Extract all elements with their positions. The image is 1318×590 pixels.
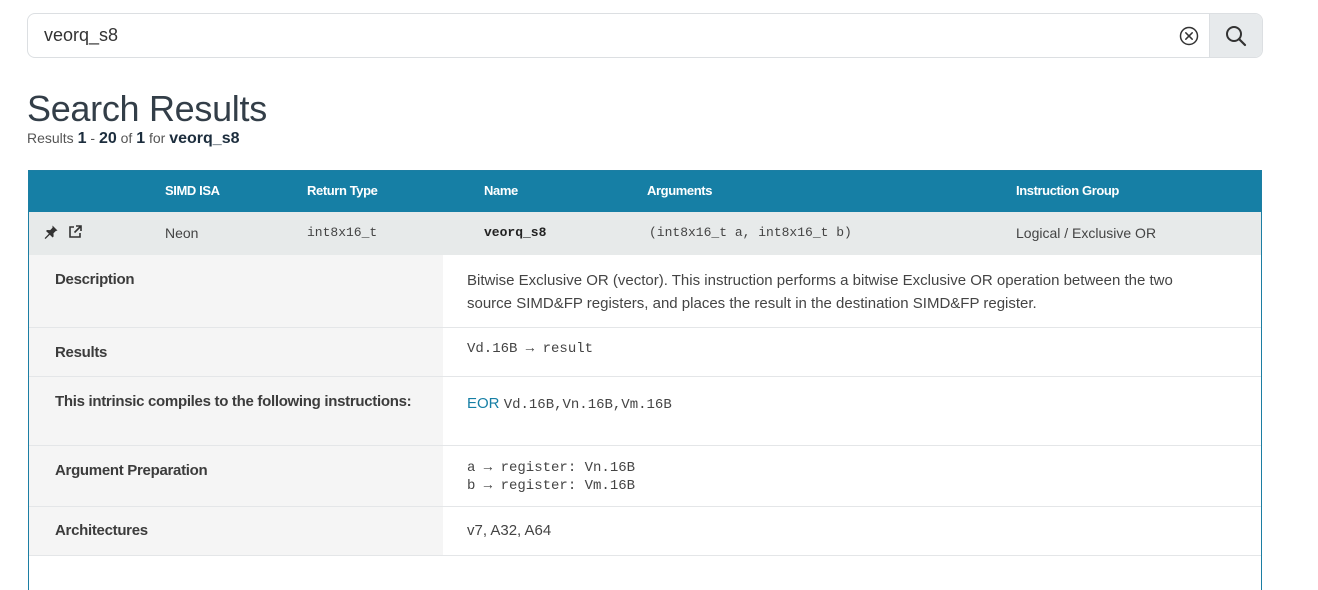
instruction-operands: Vd.16B,Vn.16B,Vm.16B — [503, 397, 672, 413]
table-row[interactable]: Neon int8x16_t veorq_s8 (int8x16_t a, in… — [29, 212, 1261, 255]
results-summary: Results 1 - 20 of 1 for veorq_s8 — [27, 130, 240, 148]
detail-description: Description Bitwise Exclusive OR (vector… — [29, 255, 1261, 328]
circle-x-icon — [1179, 26, 1199, 45]
summary-total: 1 — [136, 130, 146, 147]
summary-query: veorq_s8 — [169, 130, 240, 147]
search-bar — [27, 13, 1263, 58]
summary-of: of — [120, 130, 133, 146]
search-input[interactable] — [28, 14, 1169, 57]
header-arguments[interactable]: Arguments — [647, 183, 712, 198]
results-label: Results — [29, 328, 443, 376]
argprep-value: a → register: Vn.16B b → register: Vm.16… — [443, 446, 1261, 506]
detail-compiles: This intrinsic compiles to the following… — [29, 377, 1261, 446]
summary-start: 1 — [77, 130, 87, 147]
pin-icon[interactable] — [43, 224, 59, 240]
external-link-icon[interactable] — [67, 224, 83, 240]
description-label: Description — [29, 255, 443, 327]
summary-prefix: Results — [27, 130, 74, 146]
header-name[interactable]: Name — [484, 183, 518, 198]
search-button[interactable] — [1209, 14, 1262, 57]
row-instruction-group: Logical / Exclusive OR — [1016, 225, 1157, 241]
row-return-type: int8x16_t — [307, 225, 378, 240]
header-instruction-group[interactable]: Instruction Group — [1016, 183, 1119, 198]
compiles-label: This intrinsic compiles to the following… — [29, 377, 443, 445]
architectures-label: Architectures — [29, 507, 443, 555]
summary-end: 20 — [98, 130, 117, 147]
compiles-value: EOR Vd.16B,Vn.16B,Vm.16B — [443, 377, 1261, 445]
architectures-value: v7, A32, A64 — [467, 522, 552, 539]
results-value: Vd.16B → result — [467, 341, 594, 357]
detail-results: Results Vd.16B → result — [29, 328, 1261, 377]
results-table: SIMD ISA Return Type Name Arguments Inst… — [28, 170, 1262, 590]
table-header: SIMD ISA Return Type Name Arguments Inst… — [29, 171, 1261, 212]
magnifier-icon — [1226, 25, 1247, 46]
summary-sep: - — [90, 130, 96, 146]
argprep-line-b: b → register: Vm.16B — [467, 478, 636, 494]
summary-for: for — [149, 130, 166, 146]
row-name[interactable]: veorq_s8 — [484, 225, 546, 240]
header-simd-isa[interactable]: SIMD ISA — [165, 183, 220, 198]
detail-architectures: Architectures v7, A32, A64 — [29, 507, 1261, 556]
argprep-label: Argument Preparation — [29, 446, 443, 506]
page-title: Search Results — [27, 88, 267, 129]
detail-argument-preparation: Argument Preparation a → register: Vn.16… — [29, 446, 1261, 507]
row-simd-isa: Neon — [165, 225, 199, 241]
row-arguments: (int8x16_t a, int8x16_t b) — [649, 225, 852, 240]
clear-search-button[interactable] — [1169, 14, 1209, 57]
argprep-line-a: a → register: Vn.16B — [467, 460, 636, 476]
instruction-link-eor[interactable]: EOR — [467, 395, 500, 412]
header-return-type[interactable]: Return Type — [307, 183, 378, 198]
description-value: Bitwise Exclusive OR (vector). This inst… — [467, 272, 1173, 312]
